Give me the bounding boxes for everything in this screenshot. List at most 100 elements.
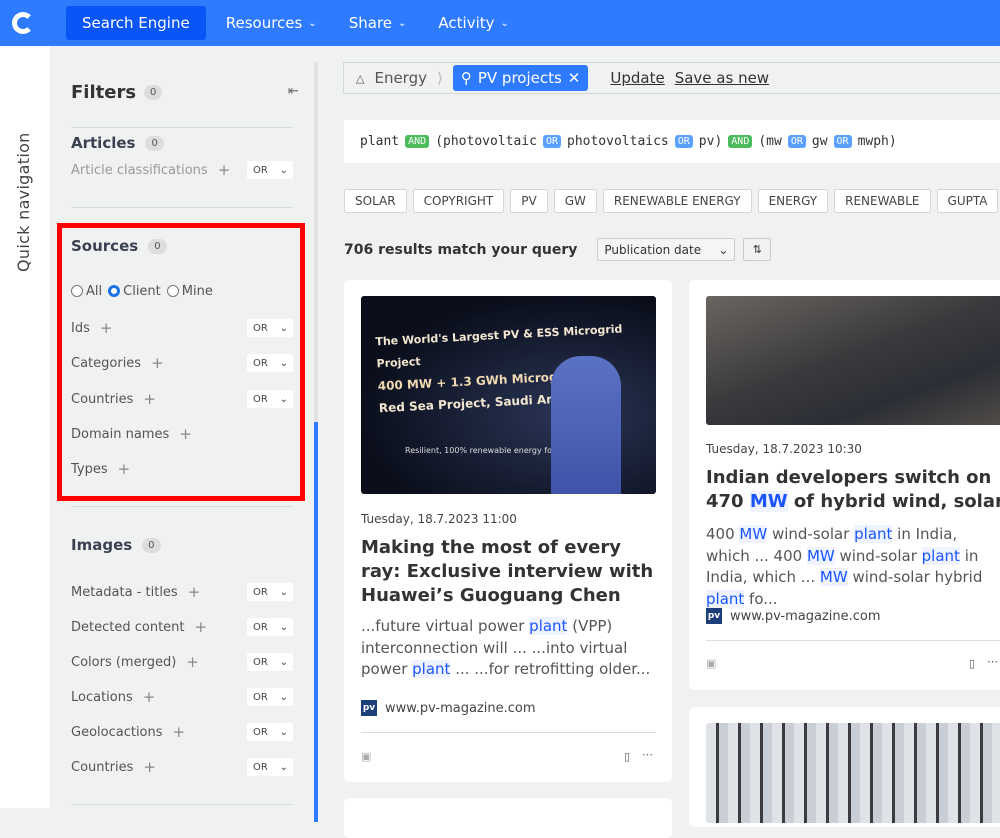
highlight-term: plant	[529, 617, 568, 635]
search-icon: ⚲	[460, 69, 472, 87]
mobile-icon[interactable]: ▯	[969, 657, 975, 670]
article-title[interactable]: Making the most of every ray: Exclusive …	[361, 536, 661, 608]
operator-select[interactable]: OR ⌄	[247, 723, 293, 741]
article-title[interactable]: Indian developers switch on 470 MW of hy…	[706, 466, 1000, 514]
breadcrumb: △ Energy ⟩ ⚲ PV projects ✕ Update Save as …	[343, 62, 1000, 94]
tag-chip[interactable]: GW	[553, 189, 597, 213]
operator-and: AND	[728, 135, 753, 148]
tag-chip[interactable]: SOLAR	[344, 189, 407, 213]
tag-chip[interactable]: RENEWABLE ENERGY	[602, 189, 752, 213]
tag-chip[interactable]: GUPTA	[936, 189, 999, 213]
chevron-down-icon: ⌄	[500, 17, 509, 29]
article-image	[706, 296, 1000, 425]
filters-title: Filters 0	[71, 82, 163, 103]
chevron-down-icon: ⌄	[398, 17, 407, 29]
tag-chip[interactable]: PV	[510, 189, 548, 213]
operator-select[interactable]: OR ⌄	[247, 618, 293, 636]
query-term: plant	[360, 134, 400, 149]
collapse-panel-icon[interactable]: ⇤	[288, 84, 299, 99]
highlight-term: plant	[412, 660, 451, 678]
article-card[interactable]: The World's Largest PV & ESS Microgrid P…	[344, 280, 672, 782]
query-term: pv)	[698, 134, 723, 149]
article-card[interactable]: Tuesday, 18.7.2023 10:30 Indian develope…	[689, 280, 1000, 690]
more-options-icon[interactable]: ⋯	[987, 655, 998, 668]
nav-resources[interactable]: Resources ⌄	[210, 6, 333, 40]
filter-metadata-titles[interactable]: Metadata - titles + OR ⌄	[71, 582, 293, 602]
highlight-term: MW	[749, 491, 788, 512]
divider	[361, 732, 656, 733]
nav-share[interactable]: Share ⌄	[333, 6, 423, 40]
article-card[interactable]	[344, 798, 672, 838]
filter-locations[interactable]: Locations + OR ⌄	[71, 687, 293, 707]
highlight-term: MW	[739, 525, 768, 543]
article-source[interactable]: pv www.pv-magazine.com	[361, 700, 536, 716]
divider	[71, 506, 293, 507]
breadcrumb-energy[interactable]: Energy	[374, 69, 427, 87]
article-snippet: 400 MW wind-solar plant in India, which …	[706, 525, 983, 608]
article-image: The World's Largest PV & ESS Microgrid P…	[361, 296, 656, 494]
nav-activity[interactable]: Activity ⌄	[422, 6, 525, 40]
divider	[71, 804, 293, 805]
bookmark-icon[interactable]: ▣	[361, 750, 371, 763]
filter-image-countries[interactable]: Countries + OR ⌄	[71, 757, 293, 777]
highlight-term: plant	[854, 525, 893, 543]
operator-select[interactable]: OR ⌄	[247, 583, 293, 601]
operator-select[interactable]: OR ⌄	[247, 653, 293, 671]
query-term: (photovoltaic	[435, 134, 537, 149]
filter-article-classifications[interactable]: Article classifications + OR ⌄	[71, 160, 293, 180]
highlight-term: MW	[806, 546, 835, 565]
filter-detected-content[interactable]: Detected content + OR ⌄	[71, 617, 293, 637]
filters-scrollbar[interactable]	[314, 62, 318, 822]
top-nav: Search Engine Resources ⌄ Share ⌄ Activity…	[0, 0, 1000, 46]
highlight-term: MW	[819, 568, 848, 586]
operator-or: OR	[674, 135, 693, 148]
sort-select[interactable]: Publication date ⌄	[597, 238, 736, 261]
highlight-box	[57, 223, 305, 501]
more-options-icon[interactable]: ⋯	[642, 748, 653, 761]
divider	[71, 207, 293, 208]
results-count: 706 results match your query	[344, 241, 578, 258]
mobile-icon[interactable]: ▯	[624, 750, 630, 763]
operator-or: OR	[833, 135, 852, 148]
add-icon: +	[217, 161, 231, 179]
operator-select[interactable]: OR ⌄	[247, 688, 293, 706]
tag-chip[interactable]: COPYRIGHT	[412, 189, 505, 213]
article-snippet: ...future virtual power plant (VPP) inte…	[361, 617, 651, 678]
query-display[interactable]: plant AND (photovoltaic OR photovoltaics OR pv…	[344, 120, 1000, 163]
quick-navigation[interactable]: Quick navigation	[0, 46, 50, 808]
operator-select[interactable]: OR ⌄	[247, 758, 293, 776]
close-icon[interactable]: ✕	[568, 69, 581, 87]
app-logo[interactable]	[0, 0, 46, 46]
articles-section-title: Articles 0	[71, 134, 164, 152]
article-card[interactable]	[689, 707, 1000, 827]
query-term: photovoltaics	[567, 134, 669, 149]
source-logo: pv	[361, 700, 377, 716]
tag-chip[interactable]: ENERGY	[757, 189, 829, 213]
query-term: gw	[811, 134, 828, 149]
bookmark-icon[interactable]: ▣	[706, 657, 716, 670]
tag-chip[interactable]: RENEWABLE	[834, 189, 931, 213]
divider	[71, 127, 293, 128]
article-source[interactable]: pv www.pv-magazine.com	[706, 608, 881, 624]
chevron-right-icon: ⟩	[436, 69, 443, 87]
query-term: mwph)	[857, 134, 897, 149]
tag-list: SOLAR COPYRIGHT PV GW RENEWABLE ENERGY ENERGY…	[344, 189, 999, 213]
results-bar: 706 results match your query Publication…	[344, 238, 772, 261]
filter-geolocations[interactable]: Geolocactions + OR ⌄	[71, 722, 293, 742]
update-link[interactable]: Update	[610, 69, 664, 87]
operator-and: AND	[405, 135, 430, 148]
filter-colors[interactable]: Colors (merged) + OR ⌄	[71, 652, 293, 672]
chevron-down-icon: ⌄	[308, 17, 317, 29]
breadcrumb-current[interactable]: ⚲ PV projects ✕	[452, 65, 589, 91]
operator-select[interactable]: OR ⌄	[247, 161, 293, 179]
highlight-term: plant	[706, 589, 745, 608]
nav-search-engine[interactable]: Search Engine	[66, 6, 206, 40]
speaker-figure	[551, 356, 621, 494]
divider	[706, 640, 1000, 641]
source-logo: pv	[706, 608, 722, 624]
article-image	[706, 723, 1000, 823]
sort-az-icon[interactable]: ⇅	[743, 238, 772, 261]
operator-or: OR	[787, 135, 806, 148]
save-as-new-link[interactable]: Save as new	[675, 69, 769, 87]
images-section-title: Images 0	[71, 536, 161, 554]
